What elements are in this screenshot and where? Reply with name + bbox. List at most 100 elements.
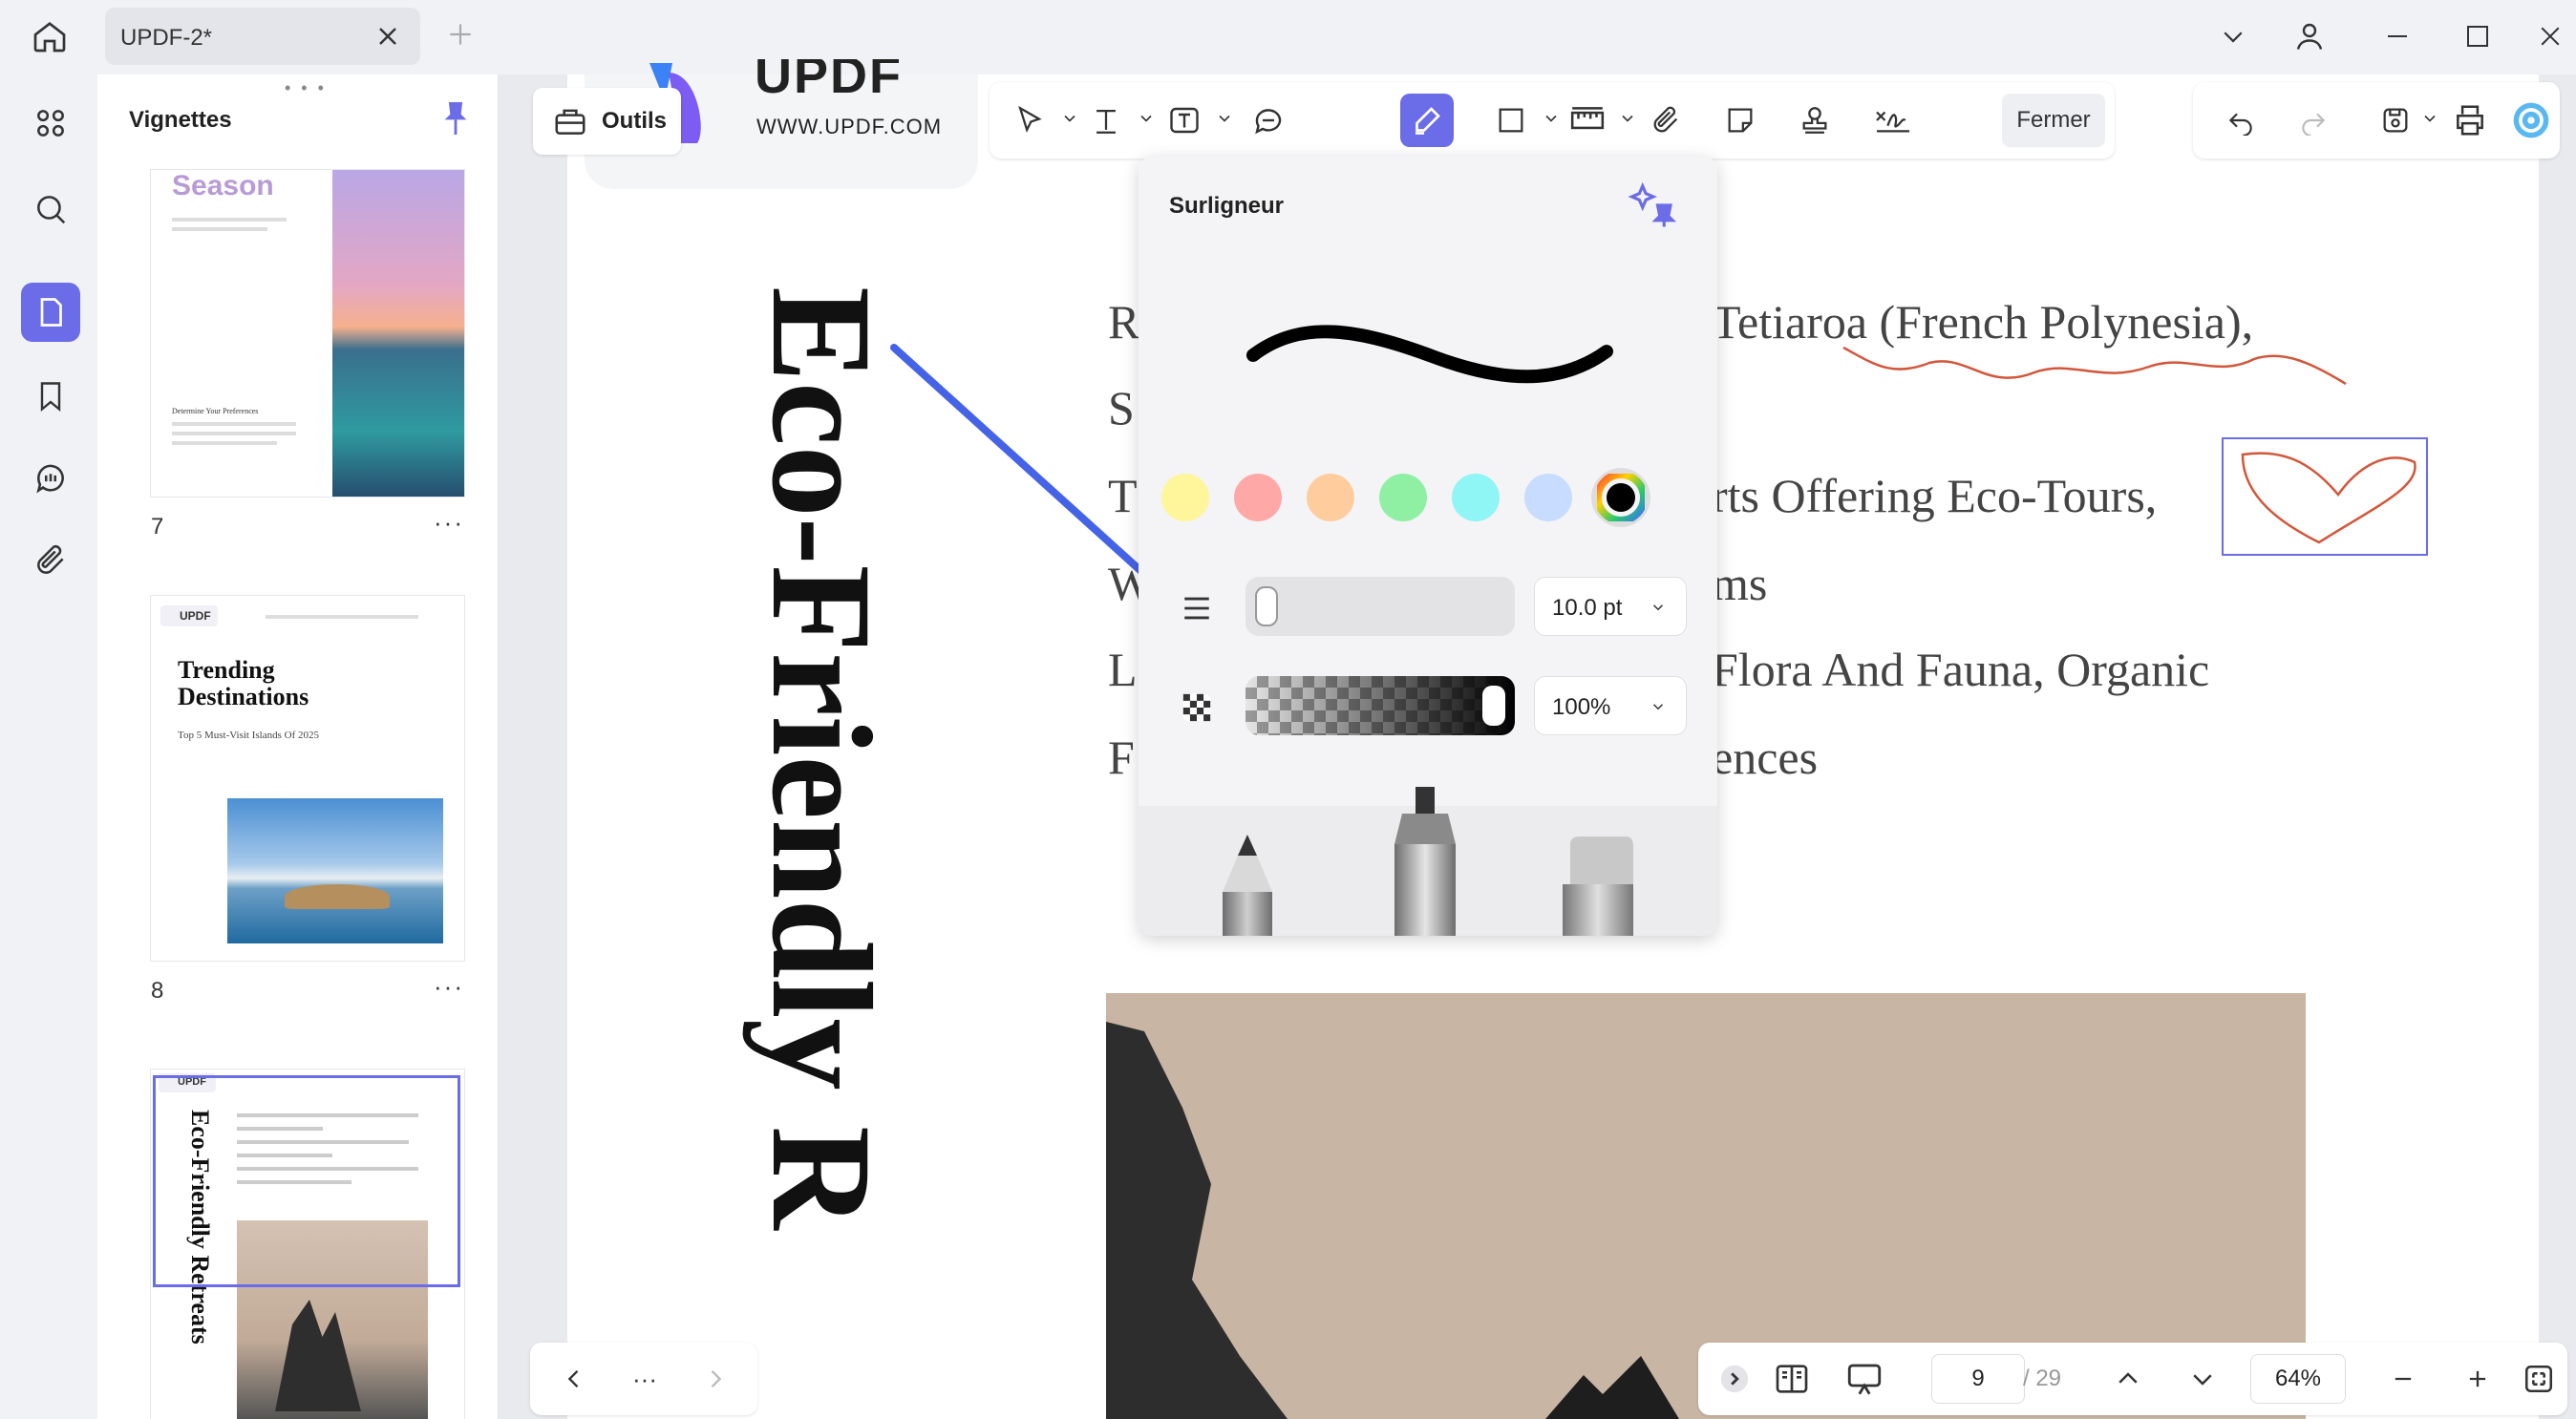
panel-resize-grip[interactable]: • • • (285, 78, 327, 98)
color-swatch-red[interactable] (1234, 474, 1282, 521)
tabs-dropdown-button[interactable] (2204, 11, 2262, 61)
color-swatch-custom-selected[interactable] (1594, 471, 1648, 524)
presentation-icon (1847, 1364, 1882, 1395)
shape-tool[interactable] (1484, 94, 1538, 147)
presentation-button[interactable] (1842, 1356, 1887, 1402)
pin-panel-button[interactable] (439, 99, 472, 138)
opacity-dropdown[interactable]: 100% (1534, 676, 1687, 735)
thumbnail-page-8[interactable]: UPDF Trending Destinations Top 5 Must-Vi… (151, 596, 464, 961)
slider-thumb[interactable] (1482, 686, 1505, 726)
chevron-down-icon (1652, 704, 1664, 710)
freehand-squiggle-annotation[interactable] (1834, 325, 2369, 401)
chevron-down-icon[interactable] (1618, 109, 1637, 128)
document-tab[interactable]: UPDF-2* (105, 8, 420, 65)
rail-attachments[interactable] (21, 531, 80, 590)
print-button[interactable] (2443, 94, 2497, 147)
zoom-out-button[interactable] (2380, 1356, 2426, 1402)
scroll-left-button[interactable] (551, 1356, 597, 1402)
undo-button[interactable] (2214, 94, 2267, 147)
zoom-level-dropdown[interactable]: 64% (2250, 1354, 2346, 1404)
ai-assistant-button[interactable] (2504, 94, 2558, 147)
undo-icon (2228, 113, 2252, 136)
previous-page-button[interactable] (2105, 1356, 2151, 1402)
thumbnail-text-line (172, 422, 296, 426)
thumbnail-heading: Trending Destinations (178, 656, 309, 710)
selected-annotation-box[interactable] (2222, 437, 2428, 556)
toolbox-icon (555, 109, 585, 135)
color-swatch-green[interactable] (1379, 474, 1427, 521)
thumbnail-page-7[interactable]: Season Determine Your Preferences (151, 170, 464, 497)
color-swatch-cyan[interactable] (1452, 474, 1500, 521)
stroke-size-slider[interactable] (1245, 577, 1515, 636)
sticky-note-icon (1728, 108, 1753, 133)
highlighter-tool[interactable] (1400, 94, 1454, 147)
rail-thumbnails-grid[interactable] (21, 94, 80, 153)
page-number-input[interactable]: 9 (1931, 1354, 2025, 1404)
save-icon (2383, 108, 2408, 133)
sticky-note-tool[interactable] (1714, 94, 1767, 147)
paperclip-icon (37, 545, 64, 574)
plus-icon (2469, 1370, 2486, 1387)
textbox-tool[interactable] (1158, 94, 1211, 147)
chevron-down-icon[interactable] (1215, 109, 1234, 128)
next-page-button[interactable] (2180, 1356, 2225, 1402)
rail-bookmarks[interactable] (21, 367, 80, 426)
new-tab-button[interactable] (441, 15, 479, 53)
measure-tool[interactable] (1561, 94, 1614, 147)
text-tool[interactable] (1079, 94, 1133, 147)
thumbnail-more-button[interactable]: ··· (434, 508, 464, 538)
minimize-button[interactable] (2369, 11, 2426, 61)
save-button[interactable] (2369, 94, 2422, 147)
body-line-3-right: rts Offering Eco-Tours, (1712, 469, 2158, 522)
zoom-in-button[interactable] (2455, 1356, 2501, 1402)
color-swatch-orange[interactable] (1307, 474, 1354, 521)
close-icon (2541, 27, 2560, 46)
slider-thumb[interactable] (1255, 586, 1278, 626)
rail-search[interactable] (21, 180, 80, 239)
maximize-button[interactable] (2449, 11, 2506, 61)
chevron-down-icon[interactable] (1137, 109, 1156, 128)
more-pages-button[interactable]: ··· (622, 1356, 668, 1402)
color-swatch-yellow[interactable] (1161, 474, 1209, 521)
page-total: / 29 (2023, 1366, 2062, 1391)
reading-mode-button[interactable] (1769, 1356, 1815, 1402)
chevron-down-icon[interactable] (1542, 109, 1561, 128)
color-swatch-blue[interactable] (1524, 474, 1572, 521)
eraser-tool-option[interactable] (1559, 837, 1635, 936)
home-button[interactable] (21, 11, 78, 61)
ai-highlight-button[interactable] (1628, 180, 1679, 231)
close-toolbar-button[interactable]: Fermer (2002, 94, 2105, 147)
highlighter-tool-option-selected[interactable] (1389, 787, 1461, 936)
thumbnail-island-image (227, 798, 443, 943)
rail-pages[interactable] (21, 283, 80, 342)
thumbnail-text-line (172, 227, 267, 231)
fit-page-button[interactable] (2516, 1356, 2562, 1402)
chevron-up-icon (2118, 1372, 2138, 1384)
close-tab-button[interactable] (373, 21, 403, 52)
comment-tool[interactable] (1242, 94, 1295, 147)
thumbnail-more-button[interactable]: ··· (434, 972, 464, 1002)
select-tool[interactable] (1003, 94, 1056, 147)
attachment-tool[interactable] (1639, 94, 1692, 147)
thumbnail-page-number: 7 (151, 514, 164, 540)
stroke-preview (1246, 325, 1613, 384)
chevron-down-icon[interactable] (1060, 109, 1079, 128)
close-window-button[interactable] (2522, 11, 2576, 61)
signature-tool[interactable] (1866, 94, 1920, 147)
pencil-tool-option[interactable] (1219, 835, 1276, 936)
scroll-right-button[interactable] (692, 1356, 738, 1402)
stamp-tool[interactable] (1788, 94, 1842, 147)
redo-button[interactable] (2287, 94, 2340, 147)
highlighter-pen-icon (1416, 107, 1440, 135)
tools-button[interactable]: Outils (533, 88, 681, 155)
thumbnail-page-number: 8 (151, 978, 164, 1004)
opacity-slider[interactable] (1245, 676, 1515, 735)
chevron-down-icon[interactable] (2420, 109, 2439, 128)
stroke-size-dropdown[interactable]: 10.0 pt (1534, 577, 1687, 636)
rail-comments[interactable] (21, 449, 80, 508)
close-icon (379, 28, 396, 45)
collapse-nav-button[interactable] (1712, 1356, 1757, 1402)
thumbnail-page-9[interactable]: UPDF Eco-Friendly Retreats (151, 1070, 464, 1419)
stamp-icon (1802, 107, 1827, 134)
account-button[interactable] (2281, 11, 2338, 61)
